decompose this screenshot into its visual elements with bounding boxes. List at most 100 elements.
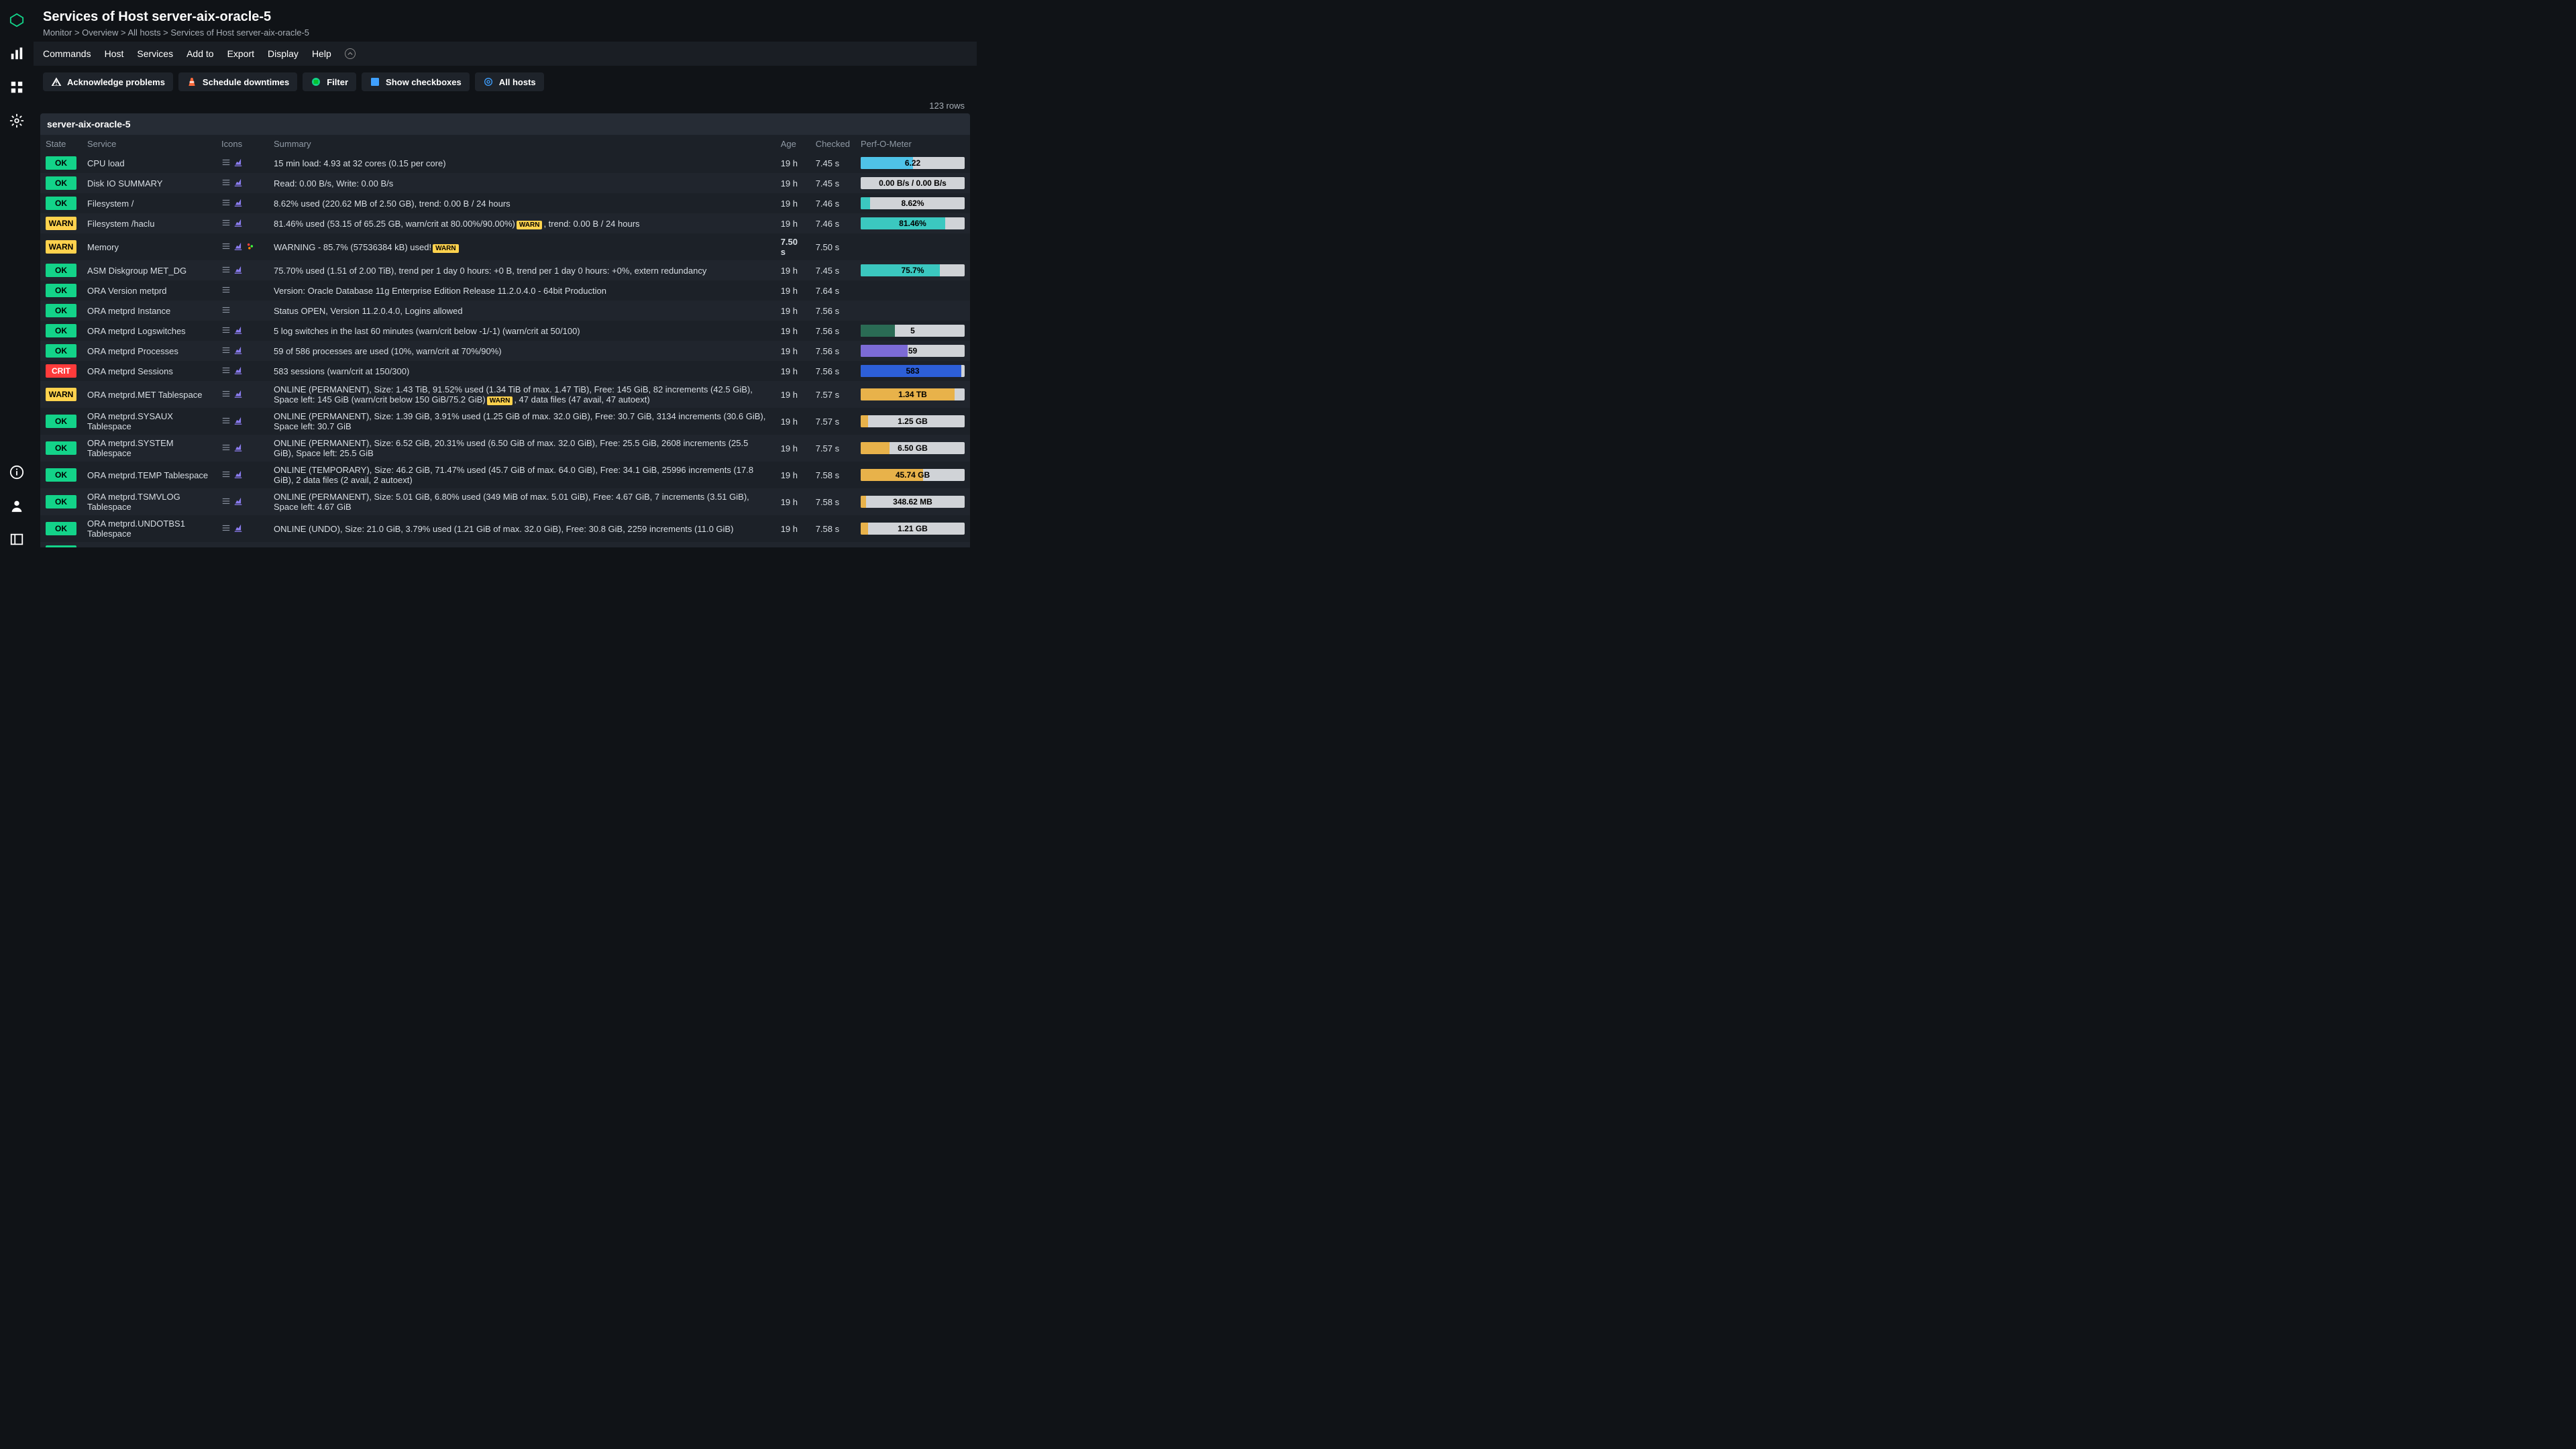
monitor-bars-icon[interactable] (9, 46, 25, 62)
table-row[interactable]: CRITORA metprd Sessions583 sessions (war… (40, 361, 970, 381)
service-name[interactable]: ORA metprd Processes (82, 341, 216, 361)
perf-o-meter[interactable]: 583 (861, 365, 965, 377)
user-icon[interactable] (9, 498, 25, 514)
service-name[interactable]: Disk IO SUMMARY (82, 173, 216, 193)
graph-icon[interactable] (233, 547, 243, 548)
perf-o-meter[interactable]: 81.46% (861, 217, 965, 229)
collapse-panel-icon[interactable] (9, 531, 25, 547)
perf-o-meter[interactable]: 348.62 MB (861, 496, 965, 508)
col-age[interactable]: Age (775, 135, 810, 153)
menu-services[interactable]: Services (137, 48, 173, 59)
col-icons[interactable]: Icons (216, 135, 268, 153)
service-name[interactable]: ORA metprd.UNDOTBS1 Tablespace (82, 515, 216, 542)
graph-icon[interactable] (233, 198, 243, 209)
col-service[interactable]: Service (82, 135, 216, 153)
table-row[interactable]: OKORA metprd Logswitches5 log switches i… (40, 321, 970, 341)
service-name[interactable]: ORA metprd Logswitches (82, 321, 216, 341)
service-name[interactable]: ORA metprd Instance (82, 301, 216, 321)
status-dots-icon[interactable] (246, 241, 255, 253)
menu-commands[interactable]: Commands (43, 48, 91, 59)
menu-display[interactable]: Display (268, 48, 299, 59)
menu-icon[interactable] (221, 345, 231, 357)
table-row[interactable]: OKCPU load15 min load: 4.93 at 32 cores … (40, 153, 970, 173)
service-name[interactable]: Filesystem /haclu (82, 213, 216, 233)
graph-icon[interactable] (233, 416, 243, 427)
col-perf[interactable]: Perf-O-Meter (855, 135, 970, 153)
perf-o-meter[interactable]: 6.50 GB (861, 442, 965, 454)
service-name[interactable]: ASM Diskgroup MET_DG (82, 260, 216, 280)
table-row[interactable]: OKORA metprd.TEMP TablespaceONLINE (TEMP… (40, 462, 970, 488)
all-hosts-button[interactable]: All hosts (475, 72, 544, 91)
perf-o-meter[interactable]: 0.00 B/s / 0.00 B/s (861, 177, 965, 189)
graph-icon[interactable] (233, 470, 243, 481)
menu-icon[interactable] (221, 496, 231, 508)
table-row[interactable]: OKORA metprd.SYSAUX TablespaceONLINE (PE… (40, 408, 970, 435)
menu-add-to[interactable]: Add to (186, 48, 213, 59)
table-row[interactable]: WARNORA metprd.MET TablespaceONLINE (PER… (40, 381, 970, 408)
graph-icon[interactable] (233, 345, 243, 357)
menu-icon[interactable] (221, 218, 231, 229)
graph-icon[interactable] (233, 158, 243, 169)
logo-icon[interactable] (9, 12, 25, 28)
perf-o-meter[interactable]: 1.21 GB (861, 523, 965, 535)
service-name[interactable]: ORA Version metprd (82, 280, 216, 301)
graph-icon[interactable] (233, 389, 243, 400)
service-name[interactable]: ORA metprd.SYSTEM Tablespace (82, 435, 216, 462)
menu-icon[interactable] (221, 241, 231, 253)
menu-icon[interactable] (221, 158, 231, 169)
perf-o-meter[interactable]: 5 (861, 325, 965, 337)
table-row[interactable]: OKORA metprd.UNDOTBS1 TablespaceONLINE (… (40, 515, 970, 542)
menu-icon[interactable] (221, 389, 231, 400)
content-scroll[interactable]: server-aix-oracle-5 State Service Icons … (34, 113, 977, 547)
menu-icon[interactable] (221, 443, 231, 454)
menu-icon[interactable] (221, 523, 231, 535)
graph-icon[interactable] (233, 218, 243, 229)
graph-icon[interactable] (233, 496, 243, 508)
apps-grid-icon[interactable] (9, 79, 25, 95)
service-name[interactable]: CPU load (82, 153, 216, 173)
menu-icon[interactable] (221, 305, 231, 317)
host-header[interactable]: server-aix-oracle-5 (40, 113, 970, 135)
service-name[interactable]: TCP Connections (82, 542, 216, 547)
perf-o-meter[interactable]: 75.7% (861, 264, 965, 276)
menu-icon[interactable] (221, 325, 231, 337)
table-row[interactable]: OKASM Diskgroup MET_DG75.70% used (1.51 … (40, 260, 970, 280)
menu-export[interactable]: Export (227, 48, 254, 59)
col-checked[interactable]: Checked (810, 135, 855, 153)
graph-icon[interactable] (233, 265, 243, 276)
table-row[interactable]: WARNMemoryWARNING - 85.7% (57536384 kB) … (40, 233, 970, 260)
gear-icon[interactable] (9, 113, 25, 129)
perf-o-meter[interactable]: 1.34 TB (861, 388, 965, 400)
service-name[interactable]: ORA metprd.SYSAUX Tablespace (82, 408, 216, 435)
checkboxes-button[interactable]: Show checkboxes (362, 72, 470, 91)
menu-icon[interactable] (221, 416, 231, 427)
graph-icon[interactable] (233, 241, 243, 253)
table-row[interactable]: OKORA metprd.SYSTEM TablespaceONLINE (PE… (40, 435, 970, 462)
table-row[interactable]: OKFilesystem /8.62% used (220.62 MB of 2… (40, 193, 970, 213)
col-summary[interactable]: Summary (268, 135, 775, 153)
col-state[interactable]: State (40, 135, 82, 153)
table-row[interactable]: OKDisk IO SUMMARYRead: 0.00 B/s, Write: … (40, 173, 970, 193)
service-name[interactable]: ORA metprd.TSMVLOG Tablespace (82, 488, 216, 515)
chevron-up-icon[interactable] (345, 48, 356, 59)
table-row[interactable]: OKTCP ConnectionsEstablished: 71319 h7.6… (40, 542, 970, 547)
graph-icon[interactable] (233, 325, 243, 337)
menu-host[interactable]: Host (105, 48, 124, 59)
service-name[interactable]: Memory (82, 233, 216, 260)
menu-icon[interactable] (221, 198, 231, 209)
perf-o-meter[interactable]: 59 (861, 345, 965, 357)
menu-icon[interactable] (221, 366, 231, 377)
service-name[interactable]: ORA metprd.TEMP Tablespace (82, 462, 216, 488)
acknowledge-button[interactable]: Acknowledge problems (43, 72, 173, 91)
table-row[interactable]: OKORA metprd Processes59 of 586 processe… (40, 341, 970, 361)
service-name[interactable]: Filesystem / (82, 193, 216, 213)
breadcrumb[interactable]: Monitor > Overview > All hosts > Service… (43, 28, 967, 38)
downtime-button[interactable]: Schedule downtimes (178, 72, 297, 91)
service-name[interactable]: ORA metprd Sessions (82, 361, 216, 381)
info-icon[interactable] (9, 464, 25, 480)
table-row[interactable]: OKORA metprd.TSMVLOG TablespaceONLINE (P… (40, 488, 970, 515)
graph-icon[interactable] (233, 443, 243, 454)
perf-o-meter[interactable]: 45.74 GB (861, 469, 965, 481)
menu-icon[interactable] (221, 470, 231, 481)
graph-icon[interactable] (233, 523, 243, 535)
